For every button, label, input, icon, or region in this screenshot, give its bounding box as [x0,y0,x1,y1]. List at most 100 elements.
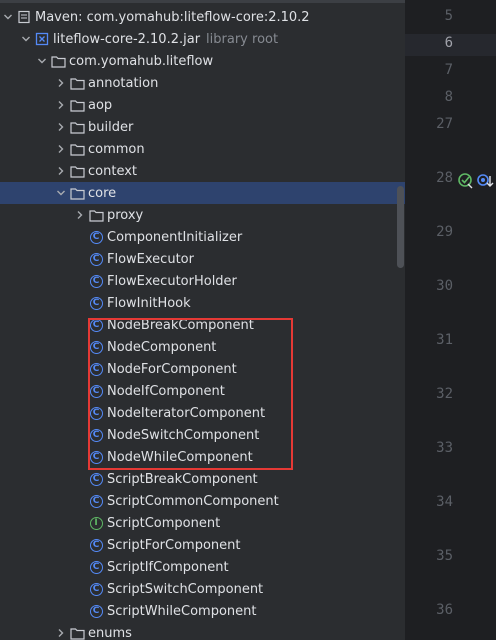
line-number: 33 [436,440,453,456]
line-number: 5 [444,8,453,24]
tree-item-class[interactable]: C FlowInitHook [0,292,405,314]
tree-item-folder-enums[interactable]: enums [0,622,405,640]
folder-icon [69,163,85,179]
line-number: 31 [436,332,453,348]
tree-item-label: core [88,185,117,201]
tree-item-class[interactable]: C ScriptCommonComponent [0,490,405,512]
chevron-down-icon[interactable] [53,185,69,201]
tree-item-class[interactable]: C ScriptForComponent [0,534,405,556]
top-strip [0,0,405,3]
chevron-right-icon[interactable] [53,75,69,91]
chevron-right-icon[interactable] [53,119,69,135]
tree-item-folder-context[interactable]: context [0,160,405,182]
tree-item-label: ComponentInitializer [107,229,243,245]
tree-item-label: ScriptComponent [107,515,221,531]
tree-item-class[interactable]: C ScriptWhileComponent [0,600,405,622]
tree-item-maven-library[interactable]: Maven: com.yomahub:liteflow-core:2.10.2 [0,6,405,28]
line-number: 34 [436,494,453,510]
folder-icon [69,97,85,113]
tree-item-package[interactable]: com.yomahub.liteflow [0,50,405,72]
tree-item-jar[interactable]: liteflow-core-2.10.2.jar library root [0,28,405,50]
tree-item-label: proxy [107,207,144,223]
tree-item-folder-common[interactable]: common [0,138,405,160]
tree-item-class[interactable]: C ComponentInitializer [0,226,405,248]
class-icon: C [88,537,104,553]
line-number: 36 [436,602,453,618]
tree-item-label: common [88,141,145,157]
tree-item-label: FlowExecutorHolder [107,273,237,289]
tree-item-label: Maven: com.yomahub:liteflow-core:2.10.2 [35,9,310,25]
folder-icon [69,185,85,201]
chevron-right-icon[interactable] [72,207,88,223]
tree-item-folder-proxy[interactable]: proxy [0,204,405,226]
jar-icon [34,31,50,47]
class-icon: C [88,493,104,509]
chevron-down-icon[interactable] [18,31,34,47]
tree-item-class[interactable]: C FlowExecutorHolder [0,270,405,292]
tree-item-label: FlowInitHook [107,295,191,311]
tree-item-label: builder [88,119,134,135]
line-number: 7 [444,62,453,78]
class-icon: C [88,295,104,311]
implemented-icon[interactable] [457,172,475,190]
class-icon: C [88,273,104,289]
line-number: 27 [436,116,453,132]
tree-item-class[interactable]: C FlowExecutor [0,248,405,270]
tree-item-label: FlowExecutor [107,251,194,267]
tree-item-folder-annotation[interactable]: annotation [0,72,405,94]
tree-item-folder-aop[interactable]: aop [0,94,405,116]
folder-icon [69,141,85,157]
chevron-down-icon[interactable] [34,53,50,69]
tree-item-label: enums [88,625,132,640]
tree-item-folder-builder[interactable]: builder [0,116,405,138]
library-icon [16,9,32,25]
chevron-right-icon[interactable] [53,625,69,640]
tree-item-label: ScriptSwitchComponent [107,581,264,597]
annotation-highlight-box [88,318,293,470]
chevron-right-icon[interactable] [53,141,69,157]
line-number: 35 [436,548,453,564]
folder-icon [50,53,66,69]
class-icon: C [88,559,104,575]
line-number: 32 [436,386,453,402]
tree-item-class[interactable]: C ScriptSwitchComponent [0,578,405,600]
chevron-down-icon[interactable] [0,9,16,25]
overrides-icon[interactable] [476,172,494,190]
line-number: 8 [444,89,453,105]
tree-item-label: ScriptWhileComponent [107,603,257,619]
tree-item-class[interactable]: C ScriptIfComponent [0,556,405,578]
ide-window: Maven: com.yomahub:liteflow-core:2.10.2 l… [0,0,496,640]
tree-item-label: ScriptForComponent [107,537,241,553]
folder-icon [69,625,85,640]
folder-icon [88,207,104,223]
interface-icon: I [88,515,104,531]
tree-item-folder-core[interactable]: core [0,182,405,204]
library-root-hint: library root [206,31,279,47]
tree-item-label: aop [88,97,113,113]
gutter-icons[interactable] [457,172,494,190]
folder-icon [69,75,85,91]
tree-item-label: com.yomahub.liteflow [69,53,214,69]
tree-scrollbar[interactable] [397,186,404,268]
class-icon: C [88,229,104,245]
chevron-right-icon[interactable] [53,163,69,179]
tree-item-label: annotation [88,75,159,91]
chevron-right-icon[interactable] [53,97,69,113]
tree-item-label: ScriptIfComponent [107,559,229,575]
tree-item-label: context [88,163,137,179]
class-icon: C [88,251,104,267]
tree-item-class[interactable]: I ScriptComponent [0,512,405,534]
tree-item-label: ScriptCommonComponent [107,493,279,509]
tree-item-class[interactable]: C ScriptBreakComponent [0,468,405,490]
